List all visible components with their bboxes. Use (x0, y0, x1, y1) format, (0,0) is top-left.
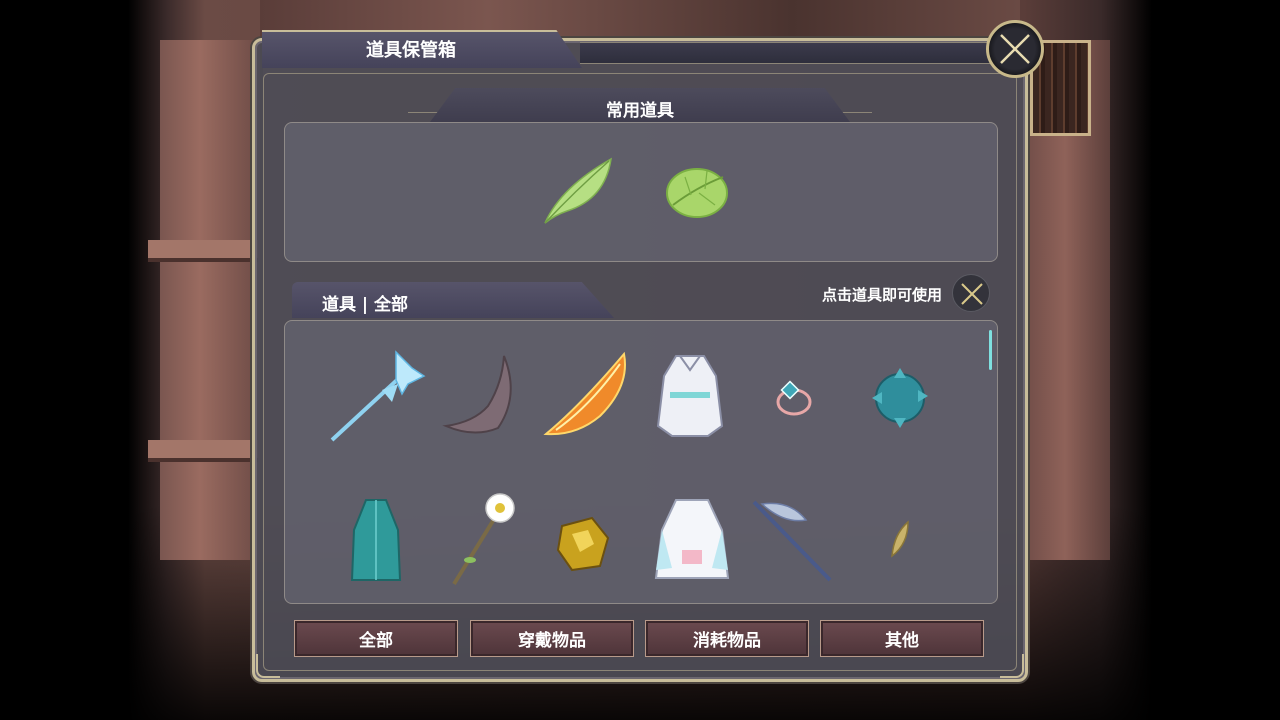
white-dress-icon (654, 499, 730, 579)
white-robe-icon (656, 355, 724, 437)
inventory-category-label: 道具 | 全部 (322, 295, 409, 315)
dark-horn-icon (442, 355, 512, 434)
inventory-slot-ice-staff[interactable] (326, 346, 426, 446)
inventory-scrollbar[interactable] (989, 330, 992, 370)
usage-hint: 点击道具即可使用 (821, 286, 942, 304)
inventory-slot-flower-staff[interactable] (440, 490, 540, 590)
gold-ore-icon (556, 516, 610, 572)
title-bar-strip (580, 42, 1000, 64)
crossed-swords-icon (961, 283, 983, 305)
steel-glaive-icon (752, 500, 832, 582)
corner-ornament (1000, 654, 1024, 678)
inventory-slot-ring[interactable] (744, 346, 844, 446)
filter-all-button[interactable]: 全部 (294, 620, 458, 657)
inventory-slot-small-leaf[interactable] (848, 490, 948, 590)
background-wall-left (148, 40, 263, 560)
inventory-slot-spiked-orb[interactable] (850, 346, 950, 446)
inventory-slot-glaive[interactable] (746, 490, 846, 590)
teal-spiked-orb-icon (872, 368, 928, 428)
favorites-panel (284, 122, 998, 262)
background-shelf (148, 240, 258, 262)
green-round-leaf-icon (666, 168, 728, 218)
filter-equipment-button[interactable]: 穿戴物品 (470, 620, 634, 657)
inventory-slot-gold-ore[interactable] (532, 494, 632, 594)
hint-button[interactable] (952, 274, 990, 312)
small-golden-leaf-icon (891, 520, 909, 558)
inventory-slot-white-dress[interactable] (642, 490, 742, 590)
background-shelf (148, 440, 258, 462)
inventory-slot-teal-cloak[interactable] (326, 490, 426, 590)
close-x-icon (1000, 34, 1030, 64)
inventory-slot-horn[interactable] (434, 346, 534, 446)
favorites-title: 常用道具 (606, 101, 674, 121)
filter-other-button[interactable]: 其他 (820, 620, 984, 657)
flame-blade-icon (543, 351, 626, 436)
gem-ring-icon (776, 380, 812, 416)
inventory-slot-flame-blade[interactable] (540, 346, 640, 446)
teal-cloak-icon (350, 499, 402, 581)
close-button[interactable] (986, 20, 1044, 78)
green-leaf-feather-icon (544, 157, 612, 224)
dialog-title: 道具保管箱 (366, 40, 456, 61)
ice-crystal-staff-icon (330, 350, 426, 442)
inventory-slot-white-robe[interactable] (640, 346, 740, 446)
white-flower-staff-icon (452, 493, 515, 586)
corner-ornament (256, 654, 280, 678)
filter-consumables-button[interactable]: 消耗物品 (645, 620, 809, 657)
favorite-slot-leaf-feather[interactable] (526, 142, 626, 242)
favorite-slot-round-leaf[interactable] (646, 142, 746, 242)
